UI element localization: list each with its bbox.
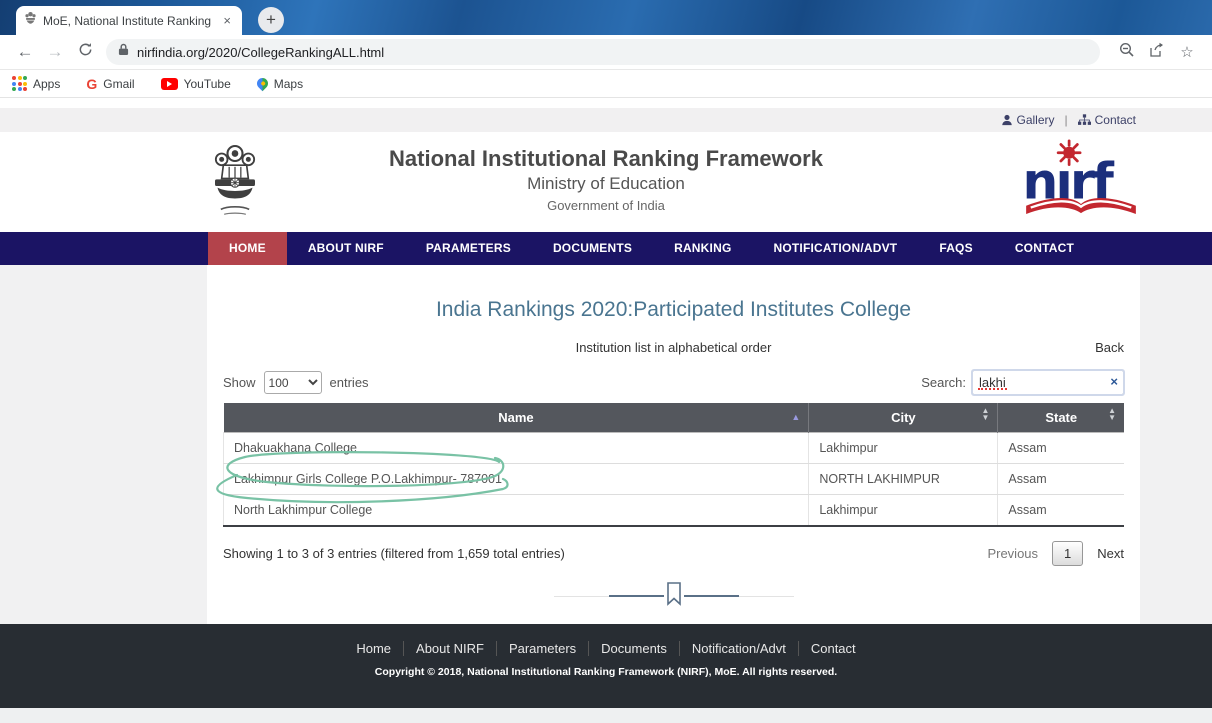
page-size-select[interactable]: 100 bbox=[264, 371, 322, 394]
url-text: nirfindia.org/2020/CollegeRankingALL.htm… bbox=[137, 45, 384, 60]
cell-state: Assam bbox=[998, 495, 1124, 527]
column-header-state[interactable]: State ▲▼ bbox=[998, 403, 1124, 433]
footer-link-documents[interactable]: Documents bbox=[589, 641, 680, 656]
nav-ranking[interactable]: RANKING bbox=[653, 232, 752, 265]
nav-notification-advt[interactable]: NOTIFICATION/ADVT bbox=[752, 232, 918, 265]
bookmark-label: Maps bbox=[274, 77, 303, 91]
content-container: India Rankings 2020:Participated Institu… bbox=[207, 265, 1140, 624]
section-divider bbox=[207, 582, 1140, 610]
column-header-city[interactable]: City ▲▼ bbox=[809, 403, 998, 433]
gallery-label: Gallery bbox=[1017, 113, 1055, 127]
table-row-highlighted: Lakhimpur Girls College P.O.Lakhimpur- 7… bbox=[224, 464, 1125, 495]
search-label: Search: bbox=[921, 375, 966, 390]
footer-link-contact[interactable]: Contact bbox=[799, 641, 868, 656]
pagination-next[interactable]: Next bbox=[1097, 546, 1124, 561]
footer-link-about-nirf[interactable]: About NIRF bbox=[404, 641, 497, 656]
bookmark-youtube[interactable]: YouTube bbox=[161, 77, 231, 91]
utility-separator: | bbox=[1065, 113, 1068, 127]
bookmark-label: Apps bbox=[33, 77, 60, 91]
new-tab-button[interactable]: + bbox=[258, 7, 284, 33]
youtube-icon bbox=[161, 78, 178, 90]
contact-label: Contact bbox=[1095, 113, 1136, 127]
reload-button[interactable] bbox=[70, 42, 100, 62]
utility-bar: Gallery | Contact bbox=[0, 108, 1212, 132]
tab-favicon-emblem-icon bbox=[24, 11, 37, 30]
footer-link-home[interactable]: Home bbox=[344, 641, 404, 656]
bookmark-maps[interactable]: Maps bbox=[257, 77, 303, 91]
cell-name: North Lakhimpur College bbox=[224, 495, 809, 527]
gallery-link[interactable]: Gallery bbox=[1001, 113, 1055, 127]
nav-contact[interactable]: CONTACT bbox=[994, 232, 1095, 265]
back-button[interactable]: ← bbox=[10, 42, 40, 62]
sort-both-icon: ▲▼ bbox=[982, 408, 990, 422]
copyright-text: Copyright © 2018, National Institutional… bbox=[0, 666, 1212, 678]
cell-city: NORTH LAKHIMPUR bbox=[809, 464, 998, 495]
bookmark-label: YouTube bbox=[184, 77, 231, 91]
nav-documents[interactable]: DOCUMENTS bbox=[532, 232, 653, 265]
contact-link[interactable]: Contact bbox=[1078, 113, 1136, 127]
pagination: Previous 1 Next bbox=[987, 541, 1124, 566]
bookmark-apps[interactable]: Apps bbox=[12, 76, 60, 91]
nav-parameters[interactable]: PARAMETERS bbox=[405, 232, 532, 265]
cell-city: Lakhimpur bbox=[809, 495, 998, 527]
institutes-table: Name ▲ City ▲▼ State ▲▼ bbox=[223, 403, 1124, 527]
nav-faqs[interactable]: FAQS bbox=[918, 232, 993, 265]
pagination-page-1[interactable]: 1 bbox=[1052, 541, 1083, 566]
tab-close-icon[interactable]: × bbox=[220, 13, 234, 28]
sort-both-icon: ▲▼ bbox=[1108, 408, 1116, 422]
cell-name: Dhakuakhana College bbox=[224, 433, 809, 464]
cell-state: Assam bbox=[998, 464, 1124, 495]
bookmark-gmail[interactable]: G Gmail bbox=[86, 76, 134, 92]
footer-link-parameters[interactable]: Parameters bbox=[497, 641, 589, 656]
table-controls: Show 100 entries Search: × bbox=[223, 370, 1124, 395]
lock-icon[interactable] bbox=[118, 43, 129, 61]
nirf-logo: nırf bbox=[1017, 138, 1145, 231]
site-footer: Home About NIRF Parameters Documents Not… bbox=[0, 624, 1212, 708]
gmail-icon: G bbox=[86, 76, 97, 92]
site-header: National Institutional Ranking Framework… bbox=[0, 132, 1212, 232]
table-row: Dhakuakhana College Lakhimpur Assam bbox=[224, 433, 1125, 464]
forward-button[interactable]: → bbox=[40, 42, 70, 62]
main-navigation: HOME ABOUT NIRF PARAMETERS DOCUMENTS RAN… bbox=[0, 232, 1212, 265]
cell-city: Lakhimpur bbox=[809, 433, 998, 464]
footer-link-notification-advt[interactable]: Notification/Advt bbox=[680, 641, 799, 656]
cell-name: Lakhimpur Girls College P.O.Lakhimpur- 7… bbox=[224, 464, 809, 495]
nav-about-nirf[interactable]: ABOUT NIRF bbox=[287, 232, 405, 265]
search-input[interactable] bbox=[972, 370, 1124, 395]
sitemap-icon bbox=[1078, 114, 1091, 126]
zoom-out-icon[interactable] bbox=[1112, 42, 1142, 62]
browser-tab[interactable]: MoE, National Institute Ranking F × bbox=[16, 6, 242, 35]
person-icon bbox=[1001, 114, 1013, 126]
table-status-text: Showing 1 to 3 of 3 entries (filtered fr… bbox=[223, 546, 565, 561]
url-bar: ← → nirfindia.org/2020/CollegeRankingALL… bbox=[0, 35, 1212, 70]
footer-links: Home About NIRF Parameters Documents Not… bbox=[0, 641, 1212, 656]
bottom-gray-strip bbox=[0, 708, 1212, 723]
tab-title: MoE, National Institute Ranking F bbox=[43, 14, 214, 28]
page-top-spacer bbox=[0, 98, 1212, 108]
table-row: North Lakhimpur College Lakhimpur Assam bbox=[224, 495, 1125, 527]
share-icon[interactable] bbox=[1142, 42, 1172, 62]
bookmark-ribbon-icon bbox=[664, 582, 684, 611]
cell-state: Assam bbox=[998, 433, 1124, 464]
maps-icon bbox=[254, 76, 270, 92]
browser-tab-bar: MoE, National Institute Ranking F × + bbox=[0, 0, 1212, 35]
bookmark-star-icon[interactable]: ☆ bbox=[1172, 43, 1202, 61]
back-link[interactable]: Back bbox=[1095, 340, 1124, 355]
show-label: Show bbox=[223, 375, 256, 390]
nav-home[interactable]: HOME bbox=[208, 232, 287, 265]
address-field[interactable]: nirfindia.org/2020/CollegeRankingALL.htm… bbox=[106, 39, 1100, 65]
sort-asc-icon: ▲ bbox=[791, 412, 800, 422]
apps-grid-icon bbox=[12, 76, 27, 91]
bookmarks-bar: Apps G Gmail YouTube Maps bbox=[0, 70, 1212, 98]
spellcheck-underline bbox=[978, 388, 1007, 390]
search-clear-icon[interactable]: × bbox=[1110, 374, 1118, 389]
page-title: India Rankings 2020:Participated Institu… bbox=[207, 265, 1140, 322]
pagination-previous[interactable]: Previous bbox=[987, 546, 1038, 561]
column-header-name[interactable]: Name ▲ bbox=[224, 403, 809, 433]
list-caption: Institution list in alphabetical order bbox=[207, 340, 1140, 355]
main-area: India Rankings 2020:Participated Institu… bbox=[0, 265, 1212, 624]
bookmark-label: Gmail bbox=[103, 77, 134, 91]
entries-label: entries bbox=[330, 375, 369, 390]
